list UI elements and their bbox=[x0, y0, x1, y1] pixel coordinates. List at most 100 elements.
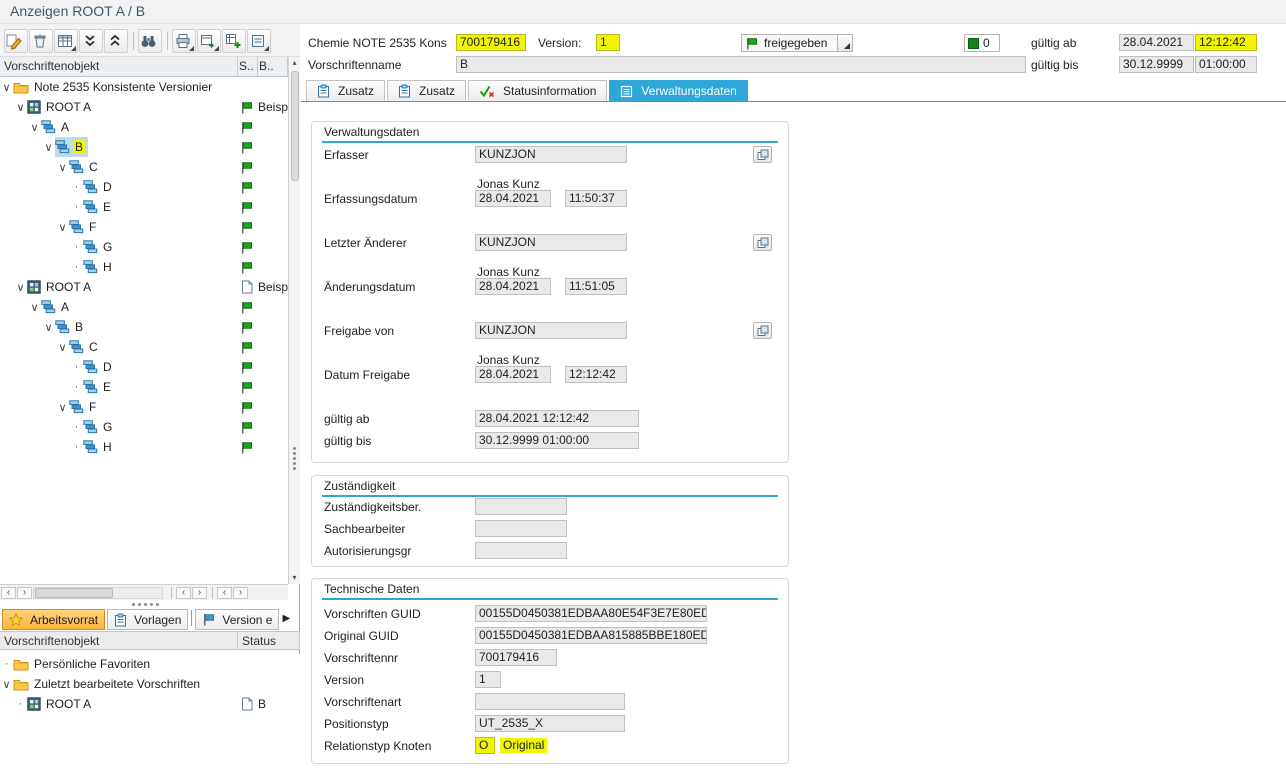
tree-item-f[interactable]: ∨F bbox=[0, 397, 288, 417]
worklist-col-status[interactable]: Status bbox=[238, 632, 300, 649]
tree-item-d[interactable]: ·D bbox=[0, 357, 288, 377]
version-field[interactable]: 1 bbox=[596, 34, 620, 51]
tree-item-b[interactable]: ∨B bbox=[0, 137, 288, 157]
search-button[interactable] bbox=[138, 29, 162, 53]
collapse-arrow-icon[interactable]: ∨ bbox=[14, 281, 27, 294]
collapse-all-button[interactable] bbox=[104, 29, 128, 53]
gueltig-bis-field[interactable]: 30.12.9999 01:00:00 bbox=[475, 432, 639, 449]
scroll-left-icon[interactable]: ‹ bbox=[1, 587, 16, 599]
worklist-tab-vorlagen[interactable]: Vorlagen bbox=[107, 609, 188, 630]
scroll-right-icon[interactable]: › bbox=[233, 587, 248, 599]
tree-item-root-a[interactable]: ∨ROOT ABeisp bbox=[0, 277, 288, 297]
gueltig-ab-field[interactable]: 28.04.2021 12:12:42 bbox=[475, 410, 639, 427]
expand-all-button[interactable] bbox=[79, 29, 103, 53]
tab-scroll-right[interactable]: ▶ bbox=[282, 613, 290, 624]
vertical-scroll-thumb[interactable] bbox=[291, 71, 299, 181]
collapse-arrow-icon[interactable]: ∨ bbox=[28, 121, 41, 134]
collapse-arrow-icon[interactable]: ∨ bbox=[56, 221, 69, 234]
tree-item-g[interactable]: ·G bbox=[0, 417, 288, 437]
worklist-item-zuletzt-bearbeitete-vorschriften[interactable]: ∨Zuletzt bearbeitete Vorschriften bbox=[0, 674, 300, 694]
zustaendigkeit-value-field[interactable] bbox=[475, 498, 567, 515]
collapse-arrow-icon[interactable]: ∨ bbox=[56, 341, 69, 354]
freigabedatum-field[interactable]: 28.04.2021 bbox=[475, 366, 551, 383]
tree-item-c[interactable]: ∨C bbox=[0, 337, 288, 357]
name-field[interactable]: B bbox=[456, 56, 1026, 73]
scroll-right-icon[interactable]: › bbox=[17, 587, 32, 599]
services-button[interactable] bbox=[247, 29, 271, 53]
tree-item-root-a[interactable]: ∨ROOT ABeisp bbox=[0, 97, 288, 117]
tab-verwaltungsdaten[interactable]: Verwaltungsdaten bbox=[609, 80, 747, 101]
tab-zusatz[interactable]: Zusatz bbox=[387, 80, 466, 101]
technisch-value-field[interactable]: O bbox=[475, 737, 495, 754]
tree-item-b[interactable]: ∨B bbox=[0, 317, 288, 337]
doc-number-field[interactable]: 700179416 bbox=[456, 34, 526, 51]
erfassungszeit-field[interactable]: 11:50:37 bbox=[565, 190, 627, 207]
technisch-value-field[interactable] bbox=[475, 693, 625, 710]
tree-item-a[interactable]: ∨A bbox=[0, 297, 288, 317]
collapse-arrow-icon[interactable]: ∨ bbox=[42, 321, 55, 334]
aenderungszeit-field[interactable]: 11:51:05 bbox=[565, 278, 627, 295]
zustaendigkeit-value-field[interactable] bbox=[475, 520, 567, 537]
worklist-item-pers-nliche-favoriten[interactable]: ·Persönliche Favoriten bbox=[0, 654, 300, 674]
tree-item-h[interactable]: ·H bbox=[0, 257, 288, 277]
collapse-arrow-icon[interactable]: ∨ bbox=[0, 81, 13, 94]
edit-toggle-button[interactable] bbox=[4, 29, 28, 53]
valid-from-date-field[interactable]: 28.04.2021 bbox=[1119, 34, 1194, 51]
dropdown-button[interactable] bbox=[837, 35, 852, 51]
layout-button[interactable] bbox=[54, 29, 78, 53]
tree-item-h[interactable]: ·H bbox=[0, 437, 288, 457]
tree-item-note-2535-konsistente-versionier[interactable]: ∨Note 2535 Konsistente Versionier bbox=[0, 77, 288, 97]
valid-from-time-field[interactable]: 12:12:42 bbox=[1195, 34, 1257, 51]
erfasser-field[interactable]: KUNZJON bbox=[475, 146, 627, 163]
user-details-button[interactable] bbox=[753, 146, 772, 163]
tree-vertical-scrollbar[interactable]: ▴ ▾ bbox=[288, 57, 300, 584]
scroll-right-icon[interactable]: › bbox=[192, 587, 207, 599]
worklist-tab-arbeitsvorrat[interactable]: Arbeitsvorrat bbox=[2, 609, 105, 630]
tree-item-f[interactable]: ∨F bbox=[0, 217, 288, 237]
worklist-tab-version-e[interactable]: Version e bbox=[195, 609, 279, 630]
tab-zusatz[interactable]: Zusatz bbox=[306, 80, 385, 101]
scroll-up-icon[interactable]: ▴ bbox=[289, 57, 300, 69]
erfassungsdatum-field[interactable]: 28.04.2021 bbox=[475, 190, 551, 207]
valid-to-time-field[interactable]: 01:00:00 bbox=[1195, 56, 1257, 73]
create-button[interactable] bbox=[222, 29, 246, 53]
delete-button[interactable] bbox=[29, 29, 53, 53]
tree-item-e[interactable]: ·E bbox=[0, 197, 288, 217]
print-button[interactable] bbox=[172, 29, 196, 53]
tree-col-status[interactable]: S.. bbox=[238, 57, 258, 76]
tree-item-a[interactable]: ∨A bbox=[0, 117, 288, 137]
collapse-arrow-icon[interactable]: ∨ bbox=[42, 141, 55, 154]
aenderer-field[interactable]: KUNZJON bbox=[475, 234, 627, 251]
collapse-arrow-icon[interactable]: ∨ bbox=[56, 161, 69, 174]
tree-item-d[interactable]: ·D bbox=[0, 177, 288, 197]
horizontal-scroll-thumb[interactable] bbox=[35, 588, 113, 598]
export-button[interactable] bbox=[197, 29, 221, 53]
collapse-arrow-icon[interactable]: ∨ bbox=[28, 301, 41, 314]
valid-to-date-field[interactable]: 30.12.9999 bbox=[1119, 56, 1194, 73]
horizontal-scroll-track[interactable] bbox=[33, 587, 163, 599]
status-dropdown[interactable]: freigegeben bbox=[741, 34, 853, 52]
freigabe-field[interactable]: KUNZJON bbox=[475, 322, 627, 339]
tree-item-c[interactable]: ∨C bbox=[0, 157, 288, 177]
technisch-value-field[interactable]: UT_2535_X bbox=[475, 715, 625, 732]
scroll-down-icon[interactable]: ▾ bbox=[289, 572, 300, 584]
splitter-handle[interactable] bbox=[293, 447, 296, 450]
user-details-button[interactable] bbox=[753, 234, 772, 251]
worklist-col-vorschriftenobjekt[interactable]: Vorschriftenobjekt bbox=[0, 632, 238, 649]
tab-statusinformation[interactable]: Statusinformation bbox=[468, 80, 607, 101]
technisch-value-field[interactable]: 00155D0450381EDBAA815885BBE180ED bbox=[475, 627, 707, 644]
user-details-button[interactable] bbox=[753, 322, 772, 339]
tree-col-vorschriftenobjekt[interactable]: Vorschriftenobjekt bbox=[0, 57, 238, 76]
technisch-value-field[interactable]: 1 bbox=[475, 671, 501, 688]
technisch-value-field[interactable]: 00155D0450381EDBAA80E54F3E7E80ED bbox=[475, 605, 707, 622]
worklist-item-root-a[interactable]: ·ROOT AB bbox=[0, 694, 300, 714]
collapse-arrow-icon[interactable]: ∨ bbox=[56, 401, 69, 414]
technisch-value-field[interactable]: 700179416 bbox=[475, 649, 557, 666]
tree-col-beispiel[interactable]: B.. bbox=[258, 57, 288, 76]
tree-item-e[interactable]: ·E bbox=[0, 377, 288, 397]
freigabezeit-field[interactable]: 12:12:42 bbox=[565, 366, 627, 383]
collapse-arrow-icon[interactable]: ∨ bbox=[0, 678, 13, 691]
tree-item-g[interactable]: ·G bbox=[0, 237, 288, 257]
scroll-left-icon[interactable]: ‹ bbox=[217, 587, 232, 599]
scroll-left-icon[interactable]: ‹ bbox=[176, 587, 191, 599]
